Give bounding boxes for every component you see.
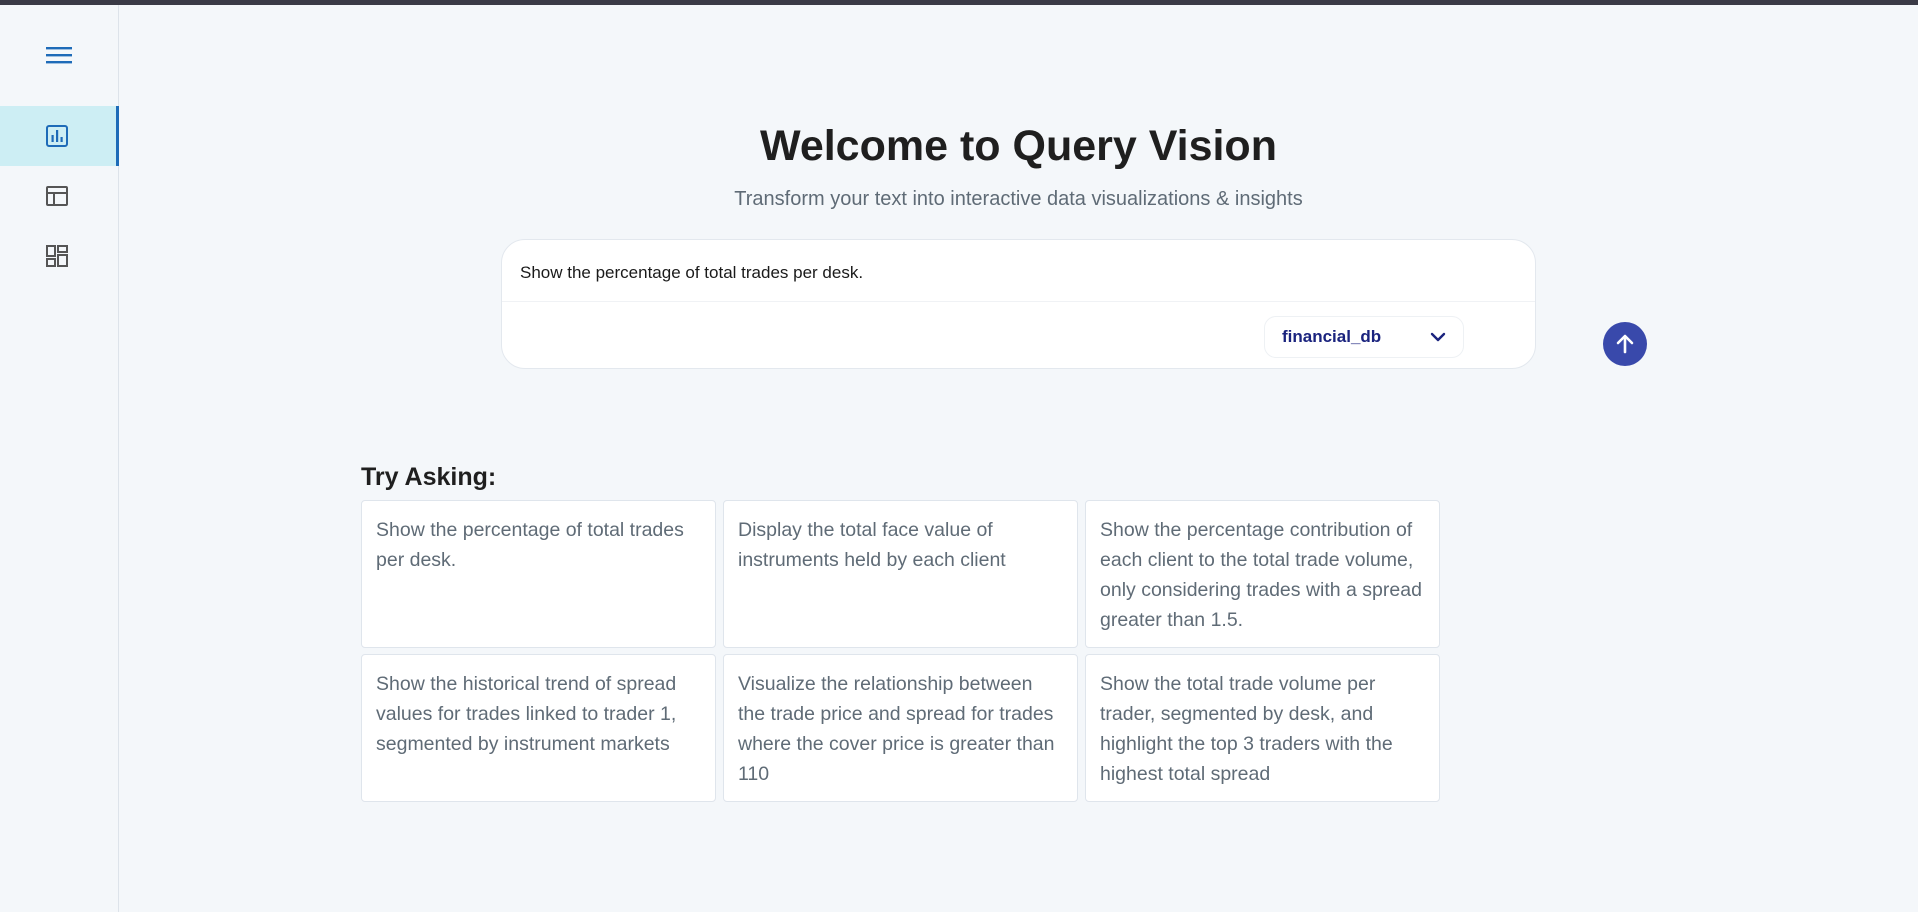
send-button[interactable] xyxy=(1603,322,1647,366)
try-asking-heading: Try Asking: xyxy=(361,463,497,491)
hamburger-menu-button[interactable] xyxy=(44,43,74,67)
suggestion-card[interactable]: Show the total trade volume per trader, … xyxy=(1085,654,1440,802)
suggestion-card[interactable]: Show the percentage of total trades per … xyxy=(361,500,716,648)
query-divider xyxy=(502,301,1535,302)
suggestion-card[interactable]: Visualize the relationship between the t… xyxy=(723,654,1078,802)
suggestion-card[interactable]: Show the historical trend of spread valu… xyxy=(361,654,716,802)
suggestion-card[interactable]: Display the total face value of instrume… xyxy=(723,500,1078,648)
menu-icon xyxy=(46,47,72,64)
sidebar-item-tables[interactable] xyxy=(0,166,118,226)
database-select[interactable]: financial_db xyxy=(1264,316,1464,358)
query-box: financial_db xyxy=(501,239,1647,369)
suggestion-grid: Show the percentage of total trades per … xyxy=(361,500,1442,802)
database-select-value: financial_db xyxy=(1282,327,1382,346)
sidebar xyxy=(0,5,119,912)
suggestion-card[interactable]: Show the percentage contribution of each… xyxy=(1085,500,1440,648)
query-input[interactable] xyxy=(518,254,1522,292)
sidebar-item-dashboards[interactable] xyxy=(0,226,118,286)
table-icon xyxy=(44,183,70,209)
page-subtitle: Transform your text into interactive dat… xyxy=(734,188,1303,210)
bar-chart-icon xyxy=(44,123,70,149)
dashboard-icon xyxy=(44,243,70,269)
arrow-up-icon xyxy=(1616,334,1634,354)
chevron-down-icon xyxy=(1429,328,1447,346)
sidebar-item-charts[interactable] xyxy=(0,106,119,166)
page-title: Welcome to Query Vision xyxy=(760,122,1277,170)
